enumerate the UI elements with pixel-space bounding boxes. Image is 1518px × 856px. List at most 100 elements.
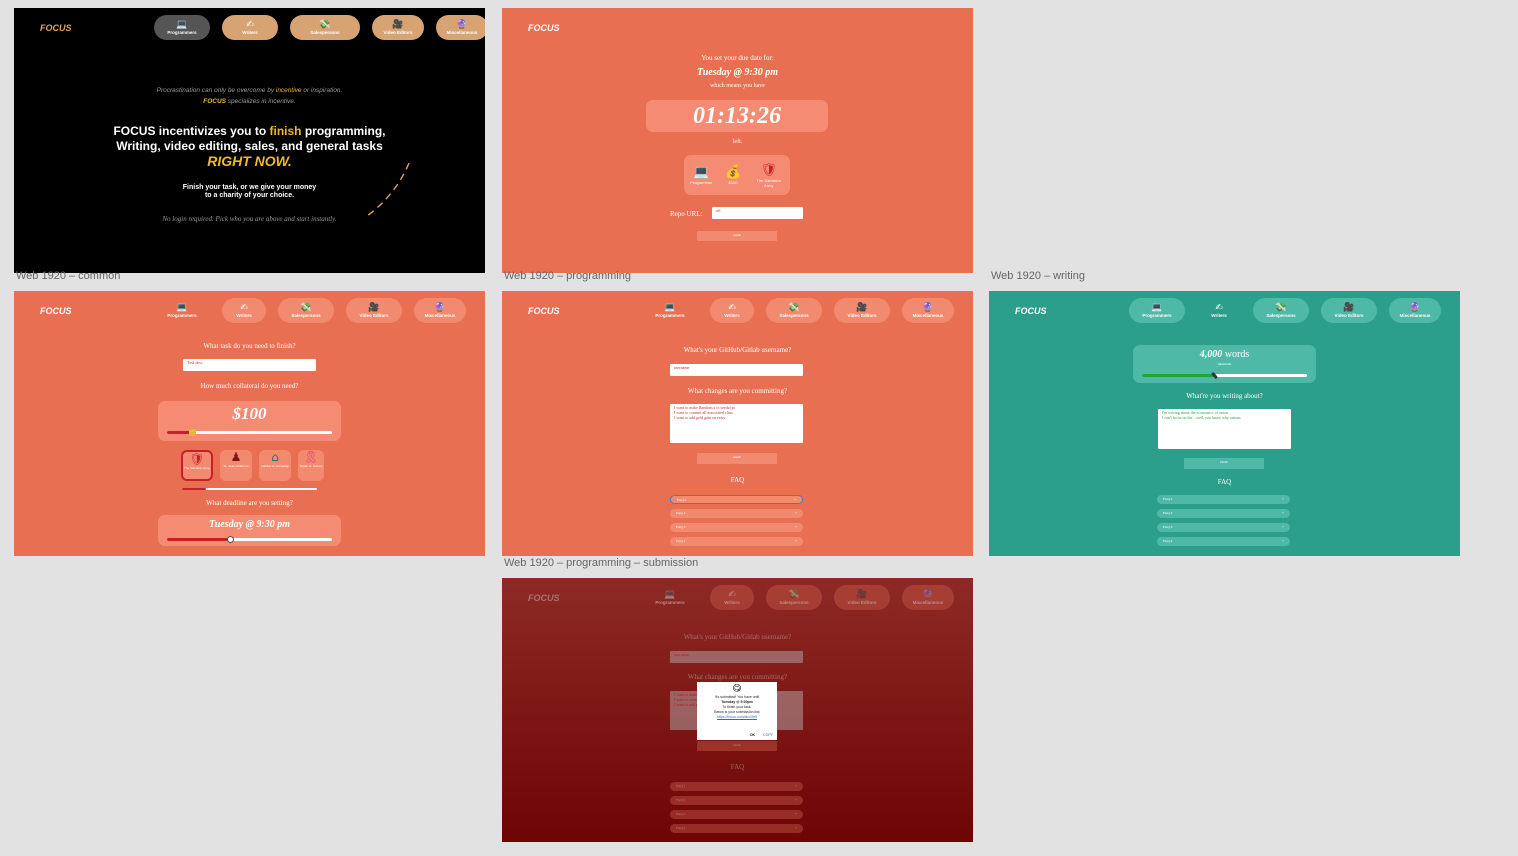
artboard-landing: FOCUS 💻 Programmers ✍ Writers 💸 Salesperson… bbox=[14, 8, 485, 273]
brand-logo[interactable]: FOCUS bbox=[528, 306, 560, 316]
pencil-handle[interactable] bbox=[1211, 371, 1218, 380]
brand-logo[interactable]: FOCUS bbox=[528, 23, 560, 33]
pencil-hand-icon: ✍ bbox=[728, 303, 736, 313]
nav-writers[interactable]: ✍ Writers bbox=[710, 298, 754, 323]
charity-st-jude[interactable]: ♟ St. Jude Children's bbox=[220, 450, 252, 481]
dashed-arrow-icon bbox=[366, 162, 410, 217]
username-question: What's your GitHub/Gitlab username? bbox=[683, 633, 792, 641]
username-question: What's your GitHub/Gitlab username? bbox=[683, 346, 792, 354]
headline: FOCUS incentivizes you to finish program… bbox=[113, 124, 386, 138]
nav-writers[interactable]: ✍ Writers bbox=[222, 15, 278, 40]
collateral-amount: $100 bbox=[232, 404, 267, 423]
deadline-panel: Tuesday @ 9:30 pm bbox=[158, 515, 341, 546]
deadline-slider[interactable] bbox=[167, 536, 332, 543]
changes-question: What changes are you committing? bbox=[687, 673, 788, 681]
charity-komen[interactable]: 🎗 Susan G. Komen bbox=[298, 450, 324, 481]
nav-salespersons[interactable]: 💸 Salespersons bbox=[278, 298, 334, 323]
house-icon: ⌂ bbox=[271, 450, 279, 464]
faq-item[interactable]: FAQ 2 + bbox=[1157, 509, 1290, 518]
slider-handle[interactable] bbox=[227, 536, 234, 543]
summary-chips: 💻 Programmer 💰 $100 🛡 The Salvation Army bbox=[684, 155, 790, 195]
submission-link[interactable]: https://focus.com/abc0fe5 bbox=[697, 715, 777, 720]
faq-heading: FAQ bbox=[730, 476, 745, 484]
smile-icon: 😋 bbox=[732, 684, 742, 694]
nav-miscellaneous: 🔮 Miscellaneous bbox=[902, 585, 954, 610]
nav-salespersons: 💸 Salespersons bbox=[766, 585, 822, 610]
collateral-slider[interactable] bbox=[167, 429, 332, 436]
faq-item[interactable]: FAQ 3 + bbox=[1157, 523, 1290, 532]
collateral-question: How much collateral do you need? bbox=[200, 382, 299, 390]
figure-icon: ♟ bbox=[230, 450, 242, 464]
money-icon: 💸 bbox=[788, 303, 800, 313]
headline-2: Writing, video editing, sales, and gener… bbox=[116, 139, 383, 153]
faq-item[interactable]: FAQ 1 + bbox=[670, 495, 803, 504]
chip-amount: 💰 $100 bbox=[725, 165, 742, 185]
nav-programmers[interactable]: 💻 Programmers bbox=[154, 15, 210, 40]
nav-writers[interactable]: ✍ Writers bbox=[222, 298, 266, 323]
camera-icon: 🎥 bbox=[368, 303, 380, 313]
nav-writers: ✍ Writers bbox=[710, 585, 754, 610]
charity-salvation-army[interactable]: 🛡 The Salvation Army bbox=[181, 450, 213, 481]
nav-programmers[interactable]: 💻 Programmers bbox=[154, 298, 210, 323]
nav-miscellaneous[interactable]: 🔮 Miscellaneous bbox=[1389, 298, 1441, 323]
faq-item[interactable]: FAQ 3 + bbox=[670, 523, 803, 532]
crystal-ball-icon: 🔮 bbox=[922, 590, 934, 600]
artboard-programming-form: FOCUS 💻 Programmers ✍ Writers 💸 Salesperson… bbox=[502, 291, 973, 556]
nav-writers[interactable]: ✍ Writers bbox=[1197, 298, 1241, 323]
laptop-icon: 💻 bbox=[176, 303, 188, 313]
changes-question: What changes are you committing? bbox=[687, 387, 788, 395]
task-question: What task do you need to finish? bbox=[203, 342, 296, 350]
writing-textarea[interactable]: I'm writing about the economics of onion… bbox=[1158, 409, 1291, 449]
laptop-icon: 💻 bbox=[664, 303, 676, 313]
word-count-sub: minimum bbox=[1217, 362, 1232, 366]
nav-bar: 💻 Programmers ✍ Writers 💸 Salespersons 🎥 Vid… bbox=[1129, 298, 1441, 323]
task-input[interactable]: Task desc bbox=[183, 359, 316, 371]
left-text: left. bbox=[732, 139, 743, 145]
faq-item[interactable]: FAQ 2 + bbox=[670, 509, 803, 518]
money-bag-handle[interactable] bbox=[189, 429, 196, 436]
faq-item: FAQ 4 + bbox=[670, 824, 803, 833]
faq-heading: FAQ bbox=[1217, 478, 1232, 486]
faq-item[interactable]: FAQ 4 + bbox=[1157, 537, 1290, 546]
charity-habitat[interactable]: ⌂ Habitat for Humanity bbox=[259, 450, 291, 481]
nav-video-editors[interactable]: 🎥 Video Editors bbox=[372, 15, 424, 40]
charity-scrollbar[interactable] bbox=[182, 488, 317, 490]
submit-button[interactable]: submit bbox=[1184, 458, 1264, 469]
nav-video-editors[interactable]: 🎥 Video Editors bbox=[346, 298, 402, 323]
nav-miscellaneous[interactable]: 🔮 Miscellaneous bbox=[436, 15, 485, 40]
nav-video-editors: 🎥 Video Editors bbox=[834, 585, 890, 610]
submit-button[interactable]: submit bbox=[697, 453, 777, 464]
nav-programmers[interactable]: 💻 Programmers bbox=[1129, 298, 1185, 323]
nav-video-editors[interactable]: 🎥 Video Editors bbox=[834, 298, 890, 323]
nav-miscellaneous[interactable]: 🔮 Miscellaneous bbox=[414, 298, 466, 323]
nav-salespersons[interactable]: 💸 Salespersons bbox=[290, 15, 360, 40]
brand-logo[interactable]: FOCUS bbox=[1015, 306, 1047, 316]
salvation-army-icon: 🛡 bbox=[760, 162, 777, 178]
word-count-slider[interactable] bbox=[1142, 371, 1307, 380]
copy-button[interactable]: COPY bbox=[763, 733, 773, 738]
changes-textarea[interactable]: I want to make Random.x to seeds/rpc I wa… bbox=[670, 404, 803, 443]
brand-logo[interactable]: FOCUS bbox=[40, 23, 72, 33]
money-icon: 💸 bbox=[788, 590, 800, 600]
ok-button[interactable]: OK bbox=[750, 733, 755, 738]
ribbon-icon: 🎗 bbox=[303, 450, 319, 464]
camera-icon: 🎥 bbox=[392, 20, 404, 30]
due-date: Tuesday @ 9:30 pm bbox=[697, 67, 778, 78]
username-input[interactable]: username bbox=[670, 364, 803, 376]
nav-programmers[interactable]: 💻 Programmers bbox=[642, 298, 698, 323]
nav-salespersons[interactable]: 💸 Salespersons bbox=[766, 298, 822, 323]
money-icon: 💸 bbox=[300, 303, 312, 313]
username-input: username bbox=[670, 651, 803, 663]
nav-salespersons[interactable]: 💸 Salespersons bbox=[1253, 298, 1309, 323]
repo-url-input[interactable]: url bbox=[712, 207, 803, 219]
label-submission: Web 1920 – programming – submission bbox=[504, 557, 699, 569]
nav-video-editors[interactable]: 🎥 Video Editors bbox=[1321, 298, 1377, 323]
submit-button[interactable]: submit bbox=[697, 231, 777, 241]
chip-charity: 🛡 The Salvation Army bbox=[754, 163, 784, 188]
brand-logo[interactable]: FOCUS bbox=[40, 306, 72, 316]
faq-item[interactable]: FAQ 4 + bbox=[670, 537, 803, 546]
artboard-task-setup: FOCUS 💻 Programmers ✍ Writers 💸 Salesperson… bbox=[14, 291, 485, 556]
nav-miscellaneous[interactable]: 🔮 Miscellaneous bbox=[902, 298, 954, 323]
laptop-icon: 💻 bbox=[1151, 303, 1163, 313]
faq-item[interactable]: FAQ 1 + bbox=[1157, 495, 1290, 504]
